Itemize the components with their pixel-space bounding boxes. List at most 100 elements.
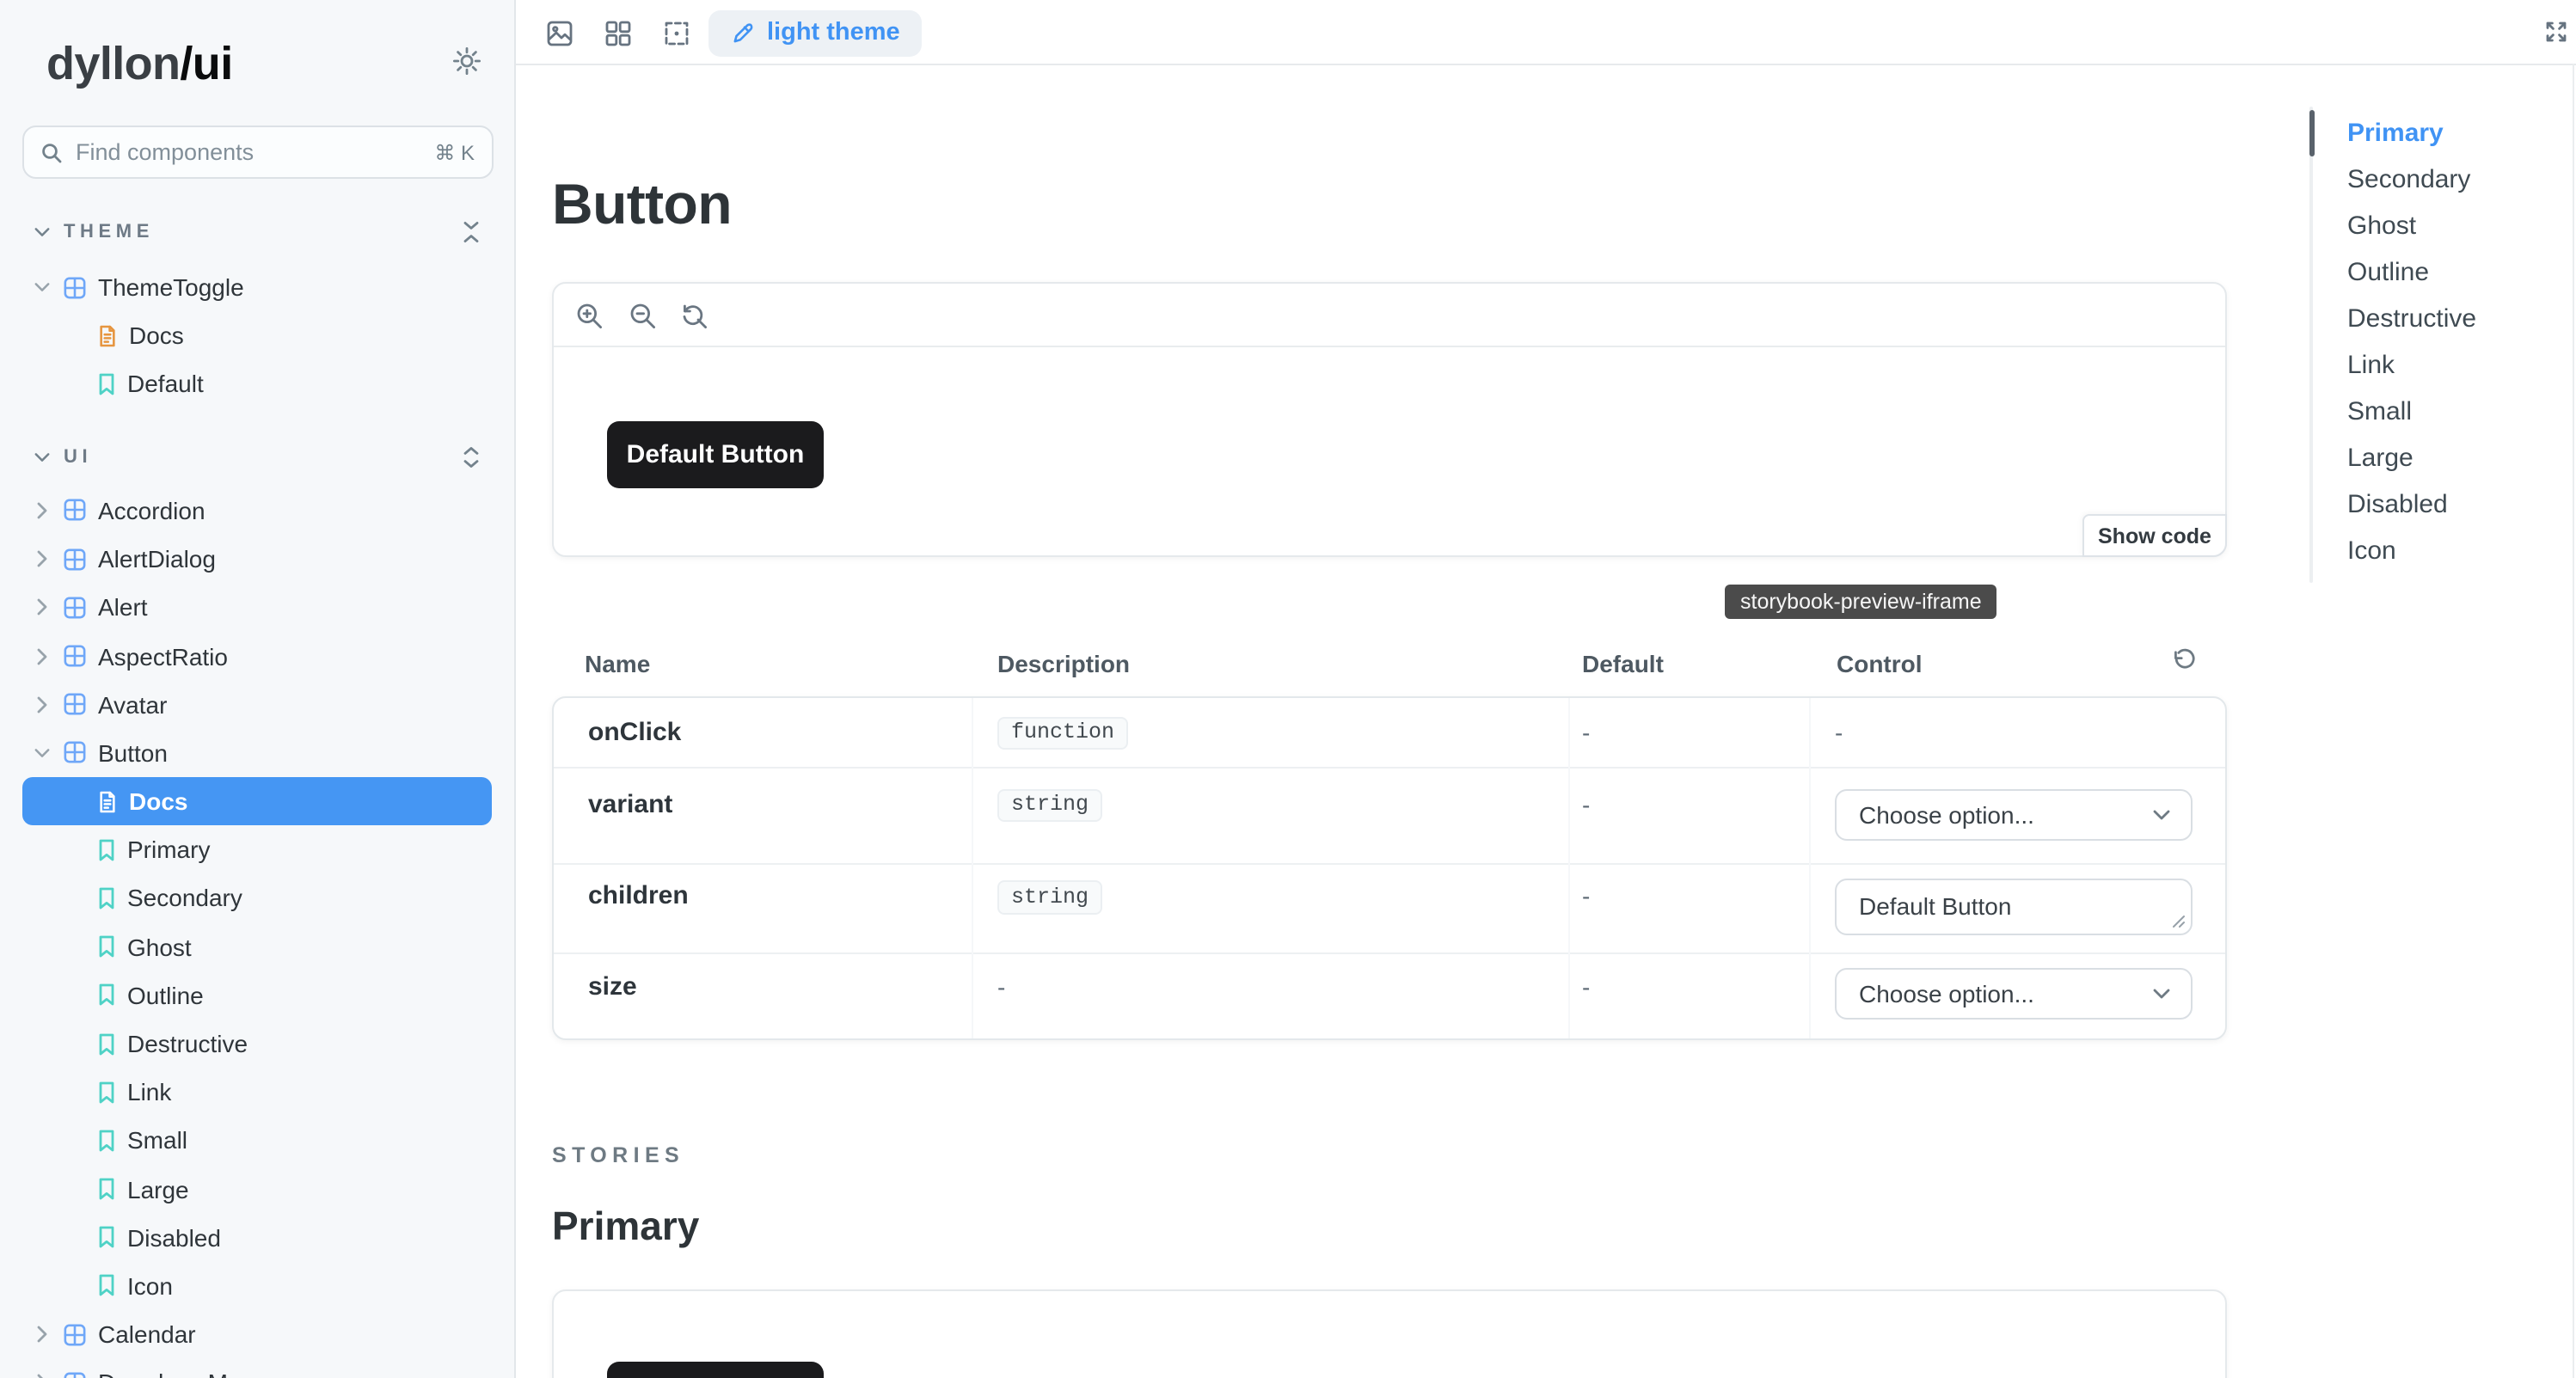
component-icon: [64, 548, 86, 570]
toc-active-indicator: [2309, 110, 2314, 156]
page-title: Button: [552, 172, 732, 237]
bookmark-icon: [98, 1275, 115, 1297]
sidebar-item-button[interactable]: Button: [0, 729, 514, 777]
grid-tool-button[interactable]: [605, 20, 631, 46]
settings-button[interactable]: [452, 46, 481, 76]
sidebar-item-label: DropdownMenu: [98, 1369, 268, 1378]
sidebar-item-alertdialog[interactable]: AlertDialog: [0, 535, 514, 583]
search-input[interactable]: [76, 139, 434, 165]
sidebar-item-label: Alert: [98, 594, 148, 622]
sidebar-item-button-docs-selected[interactable]: Docs: [22, 777, 492, 825]
sidebar-item-label: Large: [127, 1175, 189, 1203]
arg-control-value: -: [1835, 719, 1843, 746]
bookmark-icon: [98, 1081, 115, 1103]
chevron-right-icon: [34, 1326, 50, 1343]
show-code-button[interactable]: Show code: [2082, 514, 2227, 557]
sidebar-item-label: Avatar: [98, 690, 167, 718]
collapse-all-icon[interactable]: [463, 221, 480, 243]
tooltip-content: storybook-preview-iframe: [1740, 590, 1982, 614]
bookmark-icon: [98, 984, 115, 1007]
grid-icon: [605, 20, 631, 46]
size-select[interactable]: Choose option...: [1835, 968, 2193, 1020]
variant-select[interactable]: Choose option...: [1835, 789, 2193, 841]
toc-item-disabled[interactable]: Disabled: [2347, 481, 2476, 527]
arg-default-value: -: [1582, 973, 1590, 1001]
sidebar-item-avatar[interactable]: Avatar: [0, 680, 514, 728]
toc-item-small[interactable]: Small: [2347, 388, 2476, 434]
sidebar-item-accordion[interactable]: Accordion: [0, 487, 514, 535]
expand-all-icon[interactable]: [463, 446, 480, 469]
arg-row-name: children: [588, 881, 689, 910]
sidebar-item-alert[interactable]: Alert: [0, 583, 514, 631]
docs-icon: [98, 790, 117, 812]
toc-item-destructive[interactable]: Destructive: [2347, 295, 2476, 341]
row-divider: [554, 863, 2225, 865]
zoom-in-icon: [576, 302, 604, 329]
fullscreen-button[interactable]: [2545, 20, 2567, 42]
sidebar-item-button-outline[interactable]: Outline: [0, 971, 514, 1019]
section-header-theme[interactable]: THEME: [0, 208, 514, 256]
sidebar-item-button-link[interactable]: Link: [0, 1068, 514, 1116]
resize-handle-icon[interactable]: [2172, 914, 2186, 928]
background-tool-button[interactable]: [547, 20, 573, 46]
sidebar-item-button-ghost[interactable]: Ghost: [0, 922, 514, 971]
gear-icon: [452, 46, 481, 76]
toc-item-link[interactable]: Link: [2347, 341, 2476, 388]
sidebar-item-button-icon[interactable]: Icon: [0, 1262, 514, 1310]
zoom-out-icon: [629, 302, 657, 329]
chevron-right-icon: [34, 502, 50, 519]
toc-item-large[interactable]: Large: [2347, 434, 2476, 481]
brand-logo[interactable]: dyllon/ui: [46, 38, 233, 91]
children-text-input[interactable]: Default Button: [1835, 878, 2193, 934]
sidebar-item-button-small[interactable]: Small: [0, 1117, 514, 1165]
theme-toggle-button[interactable]: light theme: [708, 9, 923, 56]
column-header-name: Name: [585, 650, 650, 677]
search-icon: [41, 142, 62, 162]
toc-item-icon[interactable]: Icon: [2347, 527, 2476, 573]
toc-item-primary[interactable]: Primary: [2347, 109, 2476, 156]
chevron-right-icon: [34, 695, 50, 713]
toc-item-ghost[interactable]: Ghost: [2347, 202, 2476, 248]
sidebar-item-button-large[interactable]: Large: [0, 1165, 514, 1213]
text-input-value: Default Button: [1859, 892, 2011, 920]
chevron-down-icon: [34, 748, 50, 758]
docs-page: Button Default Button Show code: [516, 65, 2576, 1378]
toc-item-outline[interactable]: Outline: [2347, 248, 2476, 295]
section-header-ui[interactable]: UI: [0, 433, 514, 481]
bookmark-icon: [98, 1178, 115, 1200]
arg-description-value: -: [997, 973, 1005, 1001]
toc-item-secondary[interactable]: Secondary: [2347, 156, 2476, 202]
component-icon: [64, 1372, 86, 1378]
sidebar-item-themetoggle[interactable]: ThemeToggle: [0, 263, 514, 311]
sidebar-item-button-destructive[interactable]: Destructive: [0, 1020, 514, 1068]
arg-type-chip: function: [997, 716, 1128, 750]
sidebar-item-button-secondary[interactable]: Secondary: [0, 874, 514, 922]
default-button-preview[interactable]: Default Button: [607, 421, 824, 488]
sidebar-item-themetoggle-default[interactable]: Default: [0, 360, 514, 408]
chevron-down-icon: [34, 282, 50, 292]
component-icon: [64, 1323, 86, 1345]
zoom-out-button[interactable]: [629, 302, 657, 329]
outline-measure-icon: [664, 20, 690, 46]
bookmark-icon: [98, 935, 115, 958]
sidebar-item-calendar[interactable]: Calendar: [0, 1310, 514, 1358]
sidebar-item-themetoggle-docs[interactable]: Docs: [0, 311, 514, 359]
reset-controls-button[interactable]: [2172, 648, 2196, 672]
preview-toolbar: [554, 284, 2225, 347]
select-value: Choose option...: [1859, 801, 2034, 829]
measure-tool-button[interactable]: [664, 20, 690, 46]
section-label: UI: [64, 447, 92, 468]
sidebar-item-dropdownmenu[interactable]: DropdownMenu: [0, 1358, 514, 1378]
primary-story-button-preview[interactable]: Default Button: [607, 1362, 824, 1378]
bookmark-icon: [98, 1227, 115, 1249]
row-divider: [554, 767, 2225, 769]
sidebar-item-button-primary[interactable]: Primary: [0, 825, 514, 873]
column-header-control: Control: [1837, 650, 1923, 677]
zoom-in-button[interactable]: [576, 302, 604, 329]
search-box[interactable]: ⌘ K: [22, 126, 494, 179]
zoom-reset-button[interactable]: [681, 302, 708, 329]
sidebar-item-aspectratio[interactable]: AspectRatio: [0, 632, 514, 680]
chevron-right-icon: [34, 550, 50, 567]
arg-type-chip: string: [997, 880, 1102, 914]
sidebar-item-button-disabled[interactable]: Disabled: [0, 1213, 514, 1261]
